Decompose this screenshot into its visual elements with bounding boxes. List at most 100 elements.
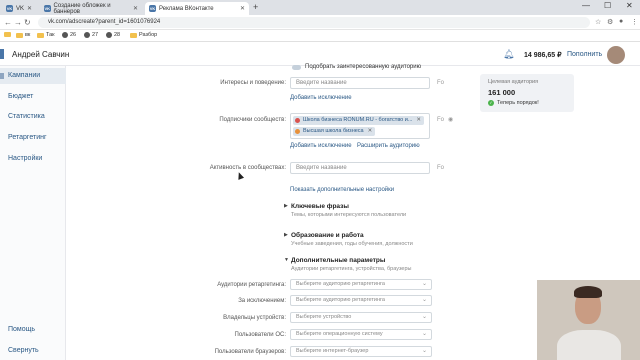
interests-input[interactable]: Введите название bbox=[290, 77, 430, 89]
bookmarks-bar: вк Так 26 27 28 Разбор bbox=[0, 30, 640, 42]
close-icon[interactable]: ✕ bbox=[27, 5, 32, 12]
sidebar-collapse[interactable]: Свернуть bbox=[0, 343, 66, 359]
bookmark-apps[interactable] bbox=[4, 32, 13, 37]
show-more-settings-link[interactable]: Показать дополнительные настройки bbox=[290, 187, 394, 193]
bookmark-27[interactable]: 27 bbox=[84, 32, 98, 38]
browser-tabstrip: VK VK ✕ VK Создание обложек и баннеров ✕… bbox=[0, 0, 640, 15]
presenter-hair bbox=[574, 286, 602, 298]
topup-link[interactable]: Пополнить bbox=[567, 51, 602, 58]
activity-label: Активность в сообществах: bbox=[209, 165, 286, 171]
username[interactable]: Андрей Савчин bbox=[12, 50, 69, 59]
vk-logo-icon[interactable] bbox=[0, 49, 4, 59]
bookmark-tak[interactable]: Так bbox=[37, 32, 55, 38]
audience-note: ✓ Теперь порядок! bbox=[488, 100, 539, 106]
maximize-icon[interactable]: ☐ bbox=[604, 1, 611, 10]
sidebar: Кампании Бюджет Статистика Ретаргетинг Н… bbox=[0, 66, 66, 360]
browsers-select[interactable]: Выберите интернет-браузер ⌄ bbox=[290, 346, 432, 357]
subscribers-label: Подписчики сообществ: bbox=[219, 117, 286, 123]
expand-arrow-icon: ▶ bbox=[284, 232, 288, 238]
profile-icon[interactable]: ● bbox=[619, 18, 623, 25]
community-logo-icon bbox=[295, 129, 300, 134]
bookmark-razbor[interactable]: Разбор bbox=[130, 32, 157, 38]
audience-value: 161 000 bbox=[488, 88, 516, 97]
os-select[interactable]: Выберите операционную систему ⌄ bbox=[290, 329, 432, 340]
forward-icon[interactable]: → bbox=[14, 18, 22, 27]
bookmark-icon bbox=[62, 32, 68, 38]
remove-tag-icon[interactable]: ✕ bbox=[368, 128, 373, 134]
retargeting-select[interactable]: Выберите аудиторию ретаргетинга ⌄ bbox=[290, 279, 432, 290]
vk-header: Андрей Савчин 🔔︎ 14 986,65 ₽ Пополнить bbox=[0, 42, 640, 66]
new-tab-button[interactable]: + bbox=[253, 2, 258, 12]
toggle-switch[interactable] bbox=[292, 64, 301, 70]
url-text: vk.com/adscreate?parent_id=1601076924 bbox=[48, 19, 161, 25]
chevron-down-icon: ⌄ bbox=[421, 281, 427, 287]
presenter-body bbox=[557, 330, 621, 360]
similar-audience-toggle[interactable]: Подобрать заинтересованную аудиторию bbox=[292, 64, 421, 70]
chevron-down-icon: ⌄ bbox=[421, 297, 427, 303]
tab-banners[interactable]: VK Создание обложек и баннеров ✕ bbox=[40, 2, 142, 15]
bookmark-icon bbox=[84, 32, 90, 38]
avatar[interactable] bbox=[607, 46, 625, 64]
bell-icon[interactable]: 🔔︎ bbox=[503, 49, 514, 60]
chevron-down-icon: ⌄ bbox=[421, 348, 427, 354]
devices-label: Владельцы устройств: bbox=[223, 315, 286, 321]
extensions-icon[interactable]: ⚙ bbox=[607, 18, 613, 26]
window-close-icon[interactable]: ✕ bbox=[626, 1, 633, 10]
folder-icon bbox=[130, 32, 137, 38]
folder-icon bbox=[37, 32, 44, 38]
tab-ads[interactable]: VK Реклама ВКонтакте ✕ bbox=[145, 2, 249, 15]
tab-vk[interactable]: VK VK ✕ bbox=[2, 2, 36, 15]
interests-label: Интересы и поведение: bbox=[220, 80, 286, 86]
mouse-cursor-icon bbox=[235, 171, 245, 180]
star-icon[interactable]: ☆ bbox=[595, 18, 601, 26]
retargeting-label: Аудитории ретаргетинга: bbox=[217, 282, 286, 288]
browsers-label: Пользователи браузеров: bbox=[214, 349, 286, 355]
fo-label: Fo bbox=[437, 80, 445, 86]
eye-icon[interactable]: ◉ bbox=[448, 116, 453, 123]
sidebar-help[interactable]: Помощь bbox=[0, 322, 66, 338]
devices-select[interactable]: Выберите устройство ⌄ bbox=[290, 312, 432, 323]
minimize-icon[interactable]: — bbox=[582, 1, 590, 10]
community-tag: Высшая школа бизнеса ✕ bbox=[293, 127, 376, 136]
audience-panel: Целевая аудитория 161 000 ✓ Теперь поряд… bbox=[480, 74, 574, 112]
audience-label: Целевая аудитория bbox=[488, 79, 539, 85]
sidebar-item-stats[interactable]: Статистика bbox=[0, 109, 66, 125]
vk-favicon-icon: VK bbox=[44, 5, 51, 12]
folder-icon bbox=[16, 32, 23, 38]
activity-input[interactable]: Введите название bbox=[290, 162, 430, 174]
balance: 14 986,65 ₽ bbox=[524, 52, 562, 59]
webcam-overlay bbox=[537, 280, 640, 360]
remove-tag-icon[interactable]: ✕ bbox=[416, 117, 421, 123]
fo-label: Fo bbox=[437, 117, 445, 123]
sidebar-item-campaigns[interactable]: Кампании bbox=[0, 68, 66, 84]
chevron-down-icon: ⌄ bbox=[421, 331, 427, 337]
sidebar-item-retargeting[interactable]: Ретаргетинг bbox=[0, 130, 66, 146]
sidebar-item-settings[interactable]: Настройки bbox=[0, 151, 66, 167]
menu-icon[interactable]: ⋮ bbox=[631, 18, 638, 26]
bookmark-28[interactable]: 28 bbox=[106, 32, 120, 38]
sidebar-item-budget[interactable]: Бюджет bbox=[0, 89, 66, 105]
vk-favicon-icon: VK bbox=[6, 5, 13, 12]
expand-audience-link[interactable]: Расширить аудиторию bbox=[357, 143, 420, 149]
bookmark-icon bbox=[106, 32, 112, 38]
add-exclusion-link-2[interactable]: Добавить исключение bbox=[290, 143, 352, 149]
close-icon[interactable]: ✕ bbox=[133, 5, 138, 12]
folder-icon bbox=[4, 32, 11, 37]
exclude-select[interactable]: Выберите аудиторию ретаргетинга ⌄ bbox=[290, 295, 432, 306]
back-icon[interactable]: ← bbox=[4, 18, 12, 27]
collapse-arrow-icon: ▼ bbox=[284, 257, 289, 263]
subscribers-input[interactable]: Школа бизнеса RONUM.RU - богатство и... ✕… bbox=[290, 113, 430, 139]
reload-icon[interactable]: ↻ bbox=[24, 18, 31, 27]
exclude-label: За исключением: bbox=[238, 298, 286, 304]
add-exclusion-link[interactable]: Добавить исключение bbox=[290, 95, 352, 101]
address-bar: ← → ↻ vk.com/adscreate?parent_id=1601076… bbox=[0, 15, 640, 30]
vk-favicon-icon: VK bbox=[149, 5, 156, 12]
star-icon bbox=[295, 118, 300, 123]
expand-arrow-icon: ▶ bbox=[284, 203, 288, 209]
url-field[interactable]: vk.com/adscreate?parent_id=1601076924 bbox=[38, 17, 590, 28]
bookmark-vk[interactable]: вк bbox=[16, 32, 30, 38]
close-icon[interactable]: ✕ bbox=[240, 5, 245, 12]
bookmark-26[interactable]: 26 bbox=[62, 32, 76, 38]
community-tag: Школа бизнеса RONUM.RU - богатство и... ✕ bbox=[293, 116, 425, 125]
os-label: Пользователи ОС: bbox=[234, 332, 287, 338]
